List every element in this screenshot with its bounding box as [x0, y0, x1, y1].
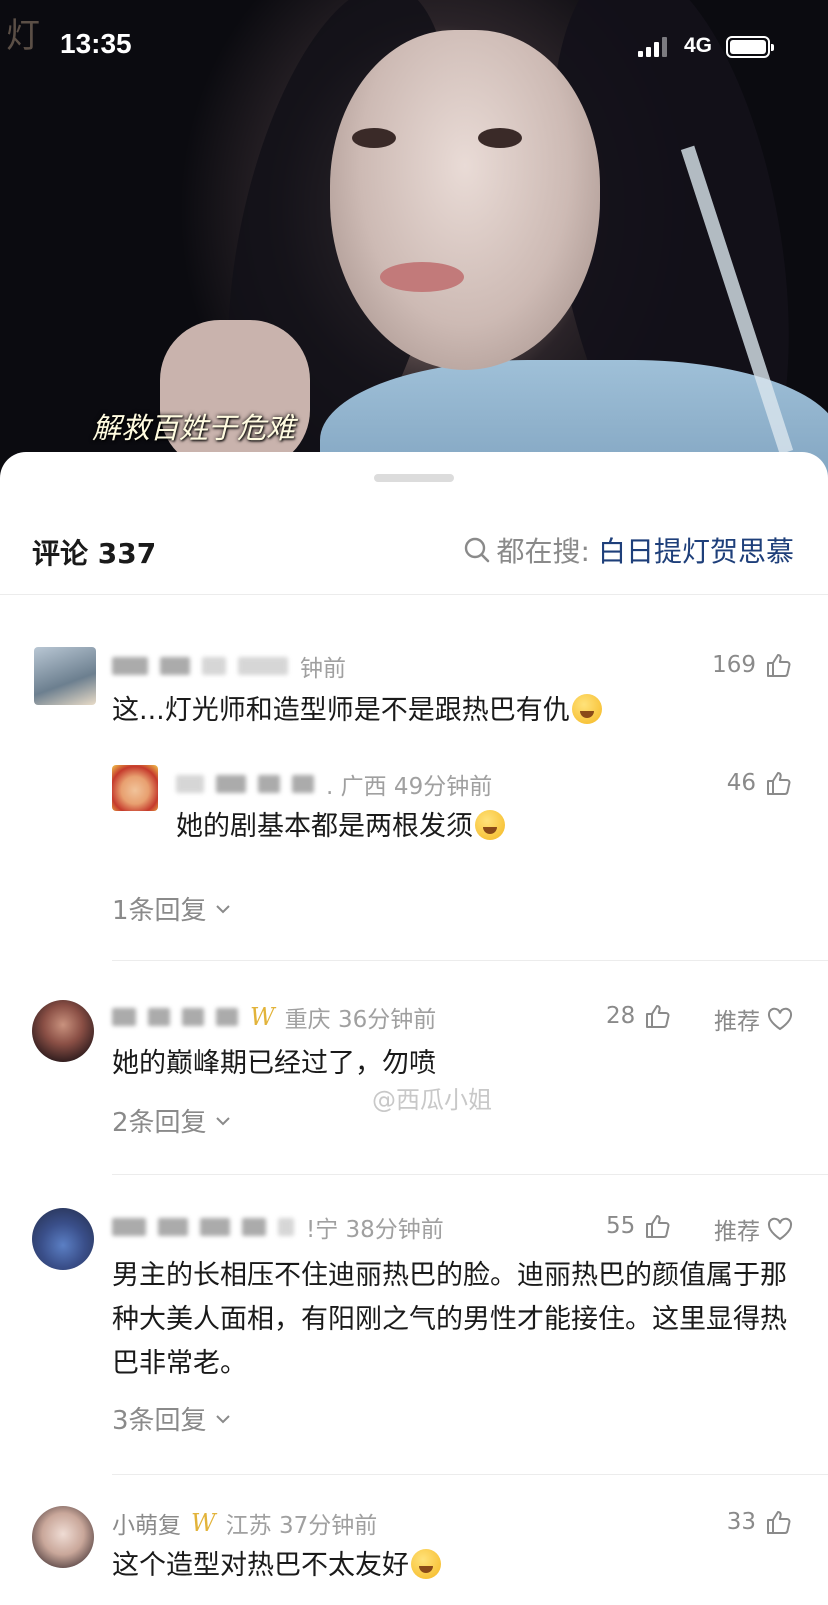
thumbs-up-icon: [767, 654, 791, 677]
thumbs-up-icon: [767, 1511, 791, 1534]
divider: [0, 594, 828, 595]
like-button[interactable]: 169: [712, 651, 792, 679]
chevron-down-icon: [215, 1116, 230, 1125]
divider: [112, 1474, 828, 1475]
recommend-button[interactable]: 推荐: [714, 1002, 794, 1036]
reply-item: . 广西 49分钟前 46 她的剧基本都是两根发须: [0, 765, 828, 905]
search-prefix: 都在搜:: [496, 535, 590, 568]
like-count: 33: [726, 1509, 756, 1535]
verified-badge-icon: W: [191, 1509, 216, 1537]
comment-text: 这...灯光师和造型师是不是跟热巴有仇: [112, 689, 792, 733]
status-time: 13:35: [60, 28, 132, 59]
search-keyword[interactable]: 白日提灯贺思慕: [598, 530, 794, 570]
comment-count: 评论 337: [32, 537, 157, 570]
comment-time: 江苏 37分钟前: [225, 1513, 378, 1539]
video-frame-shape: [352, 128, 396, 148]
thumbs-up-icon: [646, 1215, 670, 1238]
network-type: 4G: [684, 34, 713, 57]
like-count: 28: [606, 1003, 636, 1029]
thumbs-up-icon: [646, 1005, 670, 1028]
comment-meta: W 重庆 36分钟前: [112, 1000, 436, 1034]
video-frame-shape: [160, 320, 310, 470]
like-button[interactable]: 28: [606, 1002, 671, 1030]
laugh-cry-emoji: [475, 810, 505, 840]
watermark: @西瓜小姐: [372, 1086, 492, 1114]
divider: [112, 960, 828, 961]
avatar[interactable]: [32, 1506, 94, 1568]
avatar[interactable]: [112, 765, 158, 811]
comment-text: 男主的长相压不住迪丽热巴的脸。迪丽热巴的颜值属于那种大美人面相，有阳刚之气的男性…: [112, 1260, 787, 1379]
avatar[interactable]: [32, 1208, 94, 1270]
like-button[interactable]: 55: [606, 1212, 671, 1240]
comment-item: 小萌复 W 江苏 37分钟前 33 这个造型对热巴不太友好: [0, 1506, 828, 1605]
comment-time: 重庆 36分钟前: [284, 1007, 437, 1033]
chevron-down-icon: [215, 904, 230, 913]
comments-header: 评论 337 都在搜: 白日提灯贺思慕: [0, 524, 828, 576]
comment-time: . 广西 49分钟前: [326, 774, 493, 800]
like-button[interactable]: 33: [727, 1508, 792, 1536]
video-player[interactable]: 灯 解救百姓于危难: [0, 0, 828, 480]
like-button[interactable]: 46: [727, 769, 792, 797]
search-suggestion[interactable]: 都在搜: 白日提灯贺思慕: [463, 530, 794, 570]
heart-icon: [767, 1217, 793, 1241]
signal-icon: [638, 35, 667, 57]
laugh-cry-emoji: [571, 694, 602, 724]
recommend-button[interactable]: 推荐: [714, 1212, 794, 1246]
avatar[interactable]: [32, 1000, 94, 1062]
like-count: 55: [606, 1213, 636, 1239]
heart-icon: [767, 1007, 793, 1031]
search-icon: [464, 537, 489, 563]
view-replies-button[interactable]: 2条回复: [112, 1102, 233, 1139]
thumbs-up-icon: [767, 772, 791, 795]
video-subtitle: 解救百姓于危难: [92, 411, 296, 445]
avatar[interactable]: [34, 647, 96, 705]
video-frame-shape: [380, 262, 464, 292]
chevron-down-icon: [215, 1414, 230, 1423]
view-replies-button[interactable]: 1条回复: [112, 890, 233, 927]
comment-meta: !宁 38分钟前: [112, 1210, 444, 1244]
video-frame-shape: [330, 30, 600, 370]
video-frame-shape: [478, 128, 522, 148]
comment-meta: 钟前: [112, 649, 346, 683]
comment-time: 钟前: [300, 656, 346, 682]
sheet-grabber[interactable]: [374, 474, 454, 482]
view-replies-button[interactable]: 3条回复: [112, 1400, 233, 1437]
comment-text: 她的剧基本都是两根发须: [176, 805, 828, 849]
video-corner-logo: 灯: [6, 16, 40, 56]
comment-meta: . 广西 49分钟前: [176, 767, 492, 801]
verified-badge-icon: W: [250, 1003, 275, 1031]
comment-meta: 小萌复 W 江苏 37分钟前: [112, 1506, 377, 1540]
like-count: 169: [712, 652, 756, 678]
divider: [112, 1174, 828, 1175]
surprised-emoji: [411, 1549, 441, 1579]
like-count: 46: [726, 770, 756, 796]
comment-text: 这个造型对热巴不太友好: [112, 1544, 792, 1588]
battery-icon: [726, 36, 774, 58]
comment-author: 小萌复: [112, 1513, 181, 1539]
comment-time: !宁 38分钟前: [306, 1217, 444, 1243]
